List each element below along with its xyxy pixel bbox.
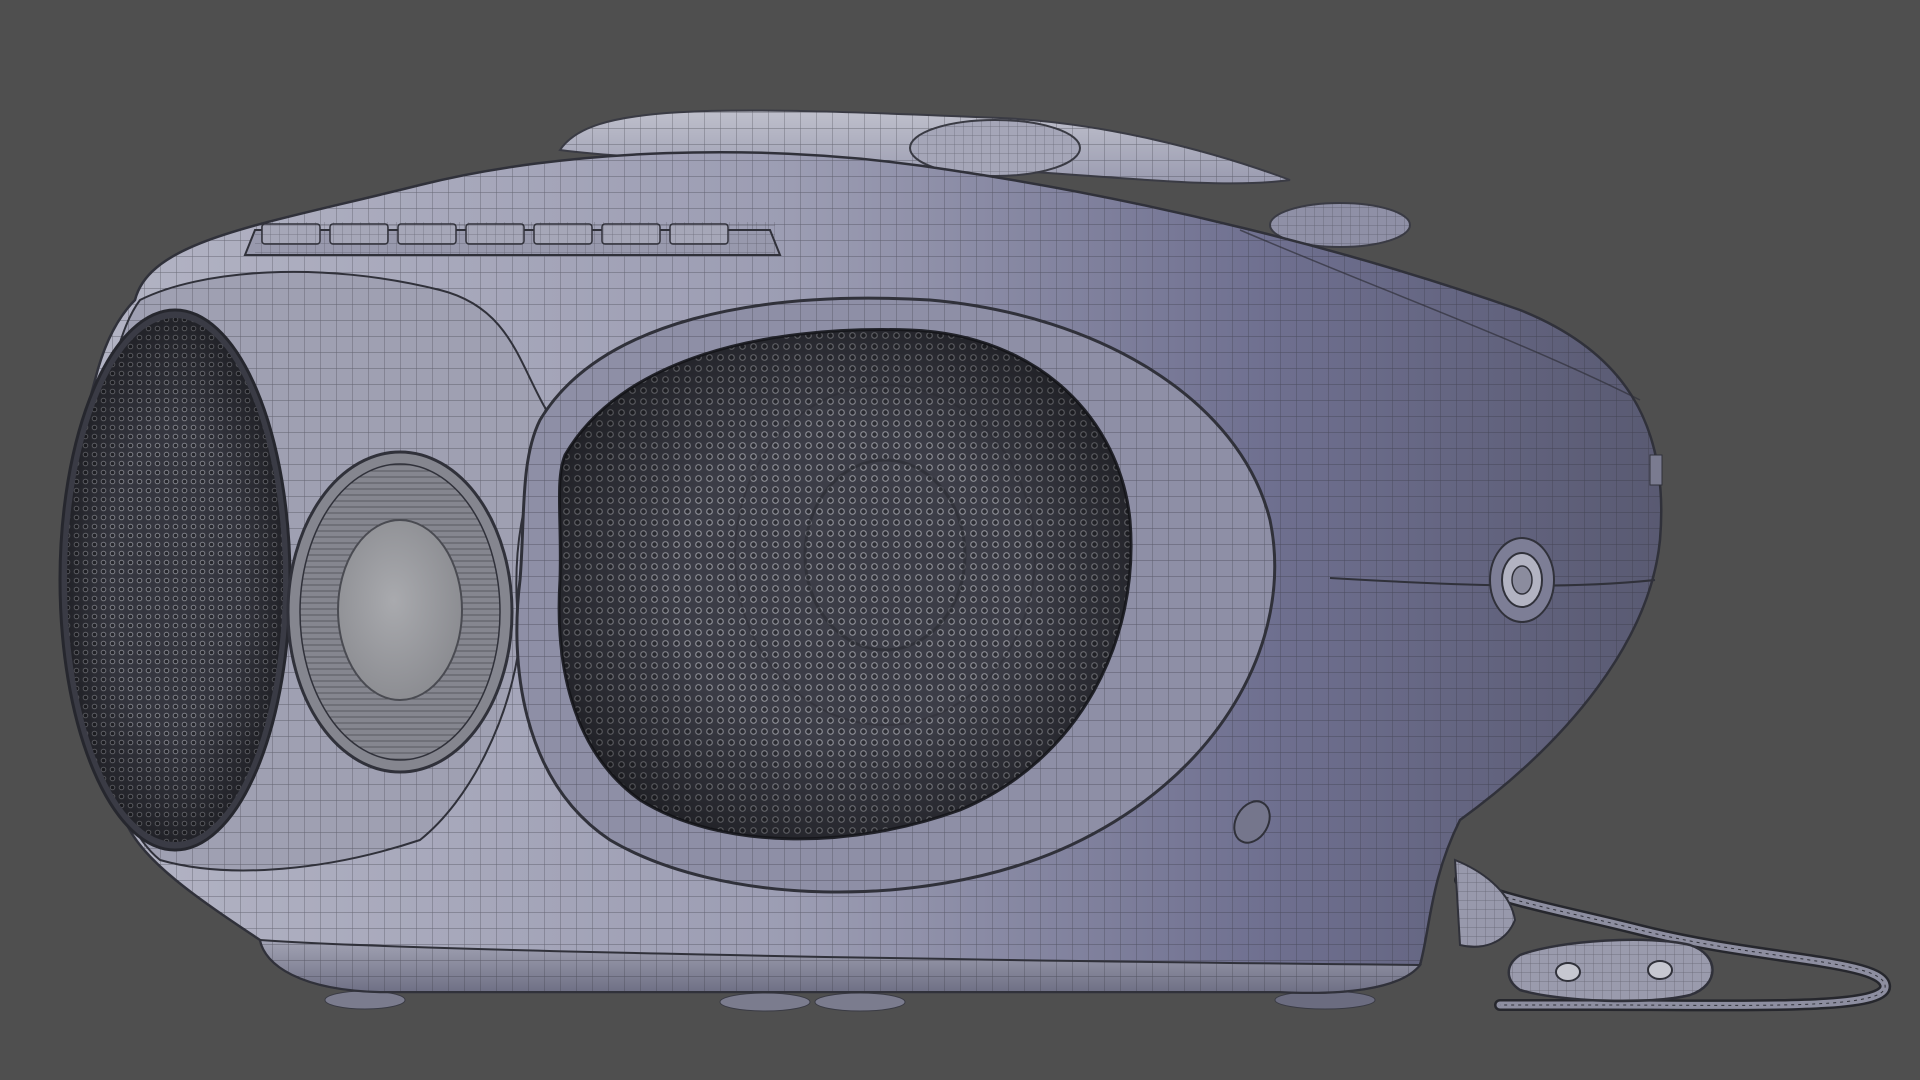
3d-viewport[interactable] (0, 0, 1920, 1080)
cd-lid (286, 450, 514, 774)
boombox-render (58, 109, 1891, 1012)
top-control-buttons (243, 222, 782, 256)
power-cable (1453, 858, 1891, 1012)
left-speaker (58, 308, 292, 852)
feet (324, 990, 1376, 1012)
